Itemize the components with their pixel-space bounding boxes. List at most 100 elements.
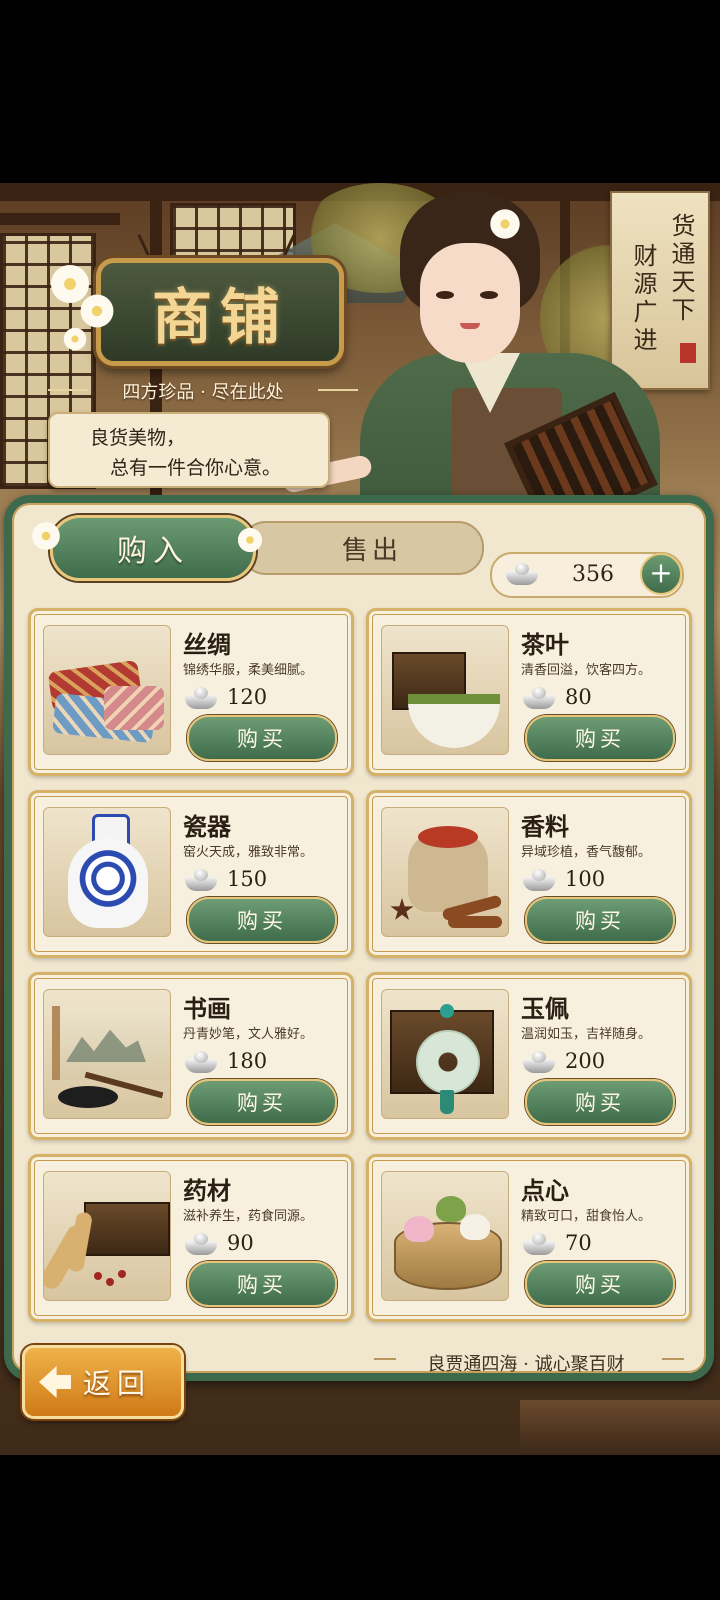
item-price: 200 [565, 1049, 606, 1073]
painting-image [43, 989, 171, 1119]
add-currency-button[interactable]: + [640, 553, 682, 595]
goji-berry [94, 1272, 102, 1280]
buy-button[interactable]: 购买 [525, 1261, 675, 1307]
buy-button-label: 购买 [575, 1273, 625, 1297]
tea-bowl [408, 694, 500, 748]
goji-berry [118, 1270, 126, 1278]
hair-flower [488, 207, 522, 241]
shop-item-card: 茶叶 清香回溢，饮客四方。 80 购买 [366, 608, 692, 776]
back-button-label: 返回 [83, 1367, 152, 1400]
shopkeeper-eye [480, 291, 498, 299]
item-price: 120 [227, 685, 268, 709]
silk-bolt [104, 686, 164, 730]
shopkeeper-eye [436, 291, 454, 299]
item-name: 茶叶 [521, 630, 569, 659]
item-description: 滋补养生，药食同源。 [183, 1209, 314, 1224]
buy-button-label: 购买 [575, 909, 625, 933]
buy-button-label: 购买 [575, 727, 625, 751]
item-name: 点心 [521, 1176, 569, 1205]
shop-item-card: 药材 滋补养生，药食同源。 90 购买 [28, 1154, 354, 1322]
buy-button[interactable]: 购买 [187, 1079, 337, 1125]
buy-button[interactable]: 购买 [525, 897, 675, 943]
white-bun [460, 1214, 490, 1240]
herb-box [84, 1202, 170, 1256]
vase-body [68, 838, 148, 928]
shopkeeper-face [420, 243, 520, 363]
jade-image [381, 989, 509, 1119]
banner-text: 财源广进 [629, 243, 657, 355]
buy-button[interactable]: 购买 [525, 715, 675, 761]
silver-ingot-icon [523, 1233, 555, 1255]
item-price: 150 [227, 867, 268, 891]
item-name: 香料 [521, 812, 569, 841]
buy-button-label: 购买 [237, 1091, 287, 1115]
tab-flower-ornament [236, 526, 264, 554]
shop-item-card: 香料 异域珍植，香气馥郁。 100 购买 [366, 790, 692, 958]
buy-button-label: 购买 [237, 1273, 287, 1297]
wooden-table [520, 1400, 720, 1455]
shop-subtitle: 四方珍品 · 尽在此处 [48, 378, 358, 404]
hanging-banner: 货通天下 财源广进 [610, 191, 710, 390]
tab-buy[interactable]: 购入 [50, 515, 256, 581]
cinnamon-stick [448, 916, 502, 928]
silver-ingot-icon [523, 1051, 555, 1073]
item-description: 温润如玉，吉祥随身。 [521, 1027, 652, 1042]
jade-pendant [416, 1030, 480, 1094]
item-name: 瓷器 [183, 812, 231, 841]
buy-button[interactable]: 购买 [187, 1261, 337, 1307]
silver-ingot-icon [185, 687, 217, 709]
branch-ornament [662, 1358, 684, 1374]
item-description: 窑火天成，雅致非常。 [183, 845, 314, 860]
item-description: 异域珍植，香气馥郁。 [521, 845, 652, 860]
item-name: 玉佩 [521, 994, 569, 1023]
tab-sell-label: 售出 [341, 535, 402, 566]
silver-ingot-icon [185, 1051, 217, 1073]
back-button[interactable]: 返回 [22, 1345, 184, 1419]
buy-button[interactable]: 购买 [525, 1079, 675, 1125]
shop-title: 商铺 [152, 282, 288, 353]
shop-item-card: 丝绸 锦绣华服，柔美细腻。 120 购买 [28, 608, 354, 776]
item-description: 精致可口，甜食怡人。 [521, 1209, 652, 1224]
plum-blossom [62, 326, 88, 352]
shop-item-card: 点心 精致可口，甜食怡人。 70 购买 [366, 1154, 692, 1322]
buy-button[interactable]: 购买 [187, 715, 337, 761]
shop-item-card: 玉佩 温润如玉，吉祥随身。 200 购买 [366, 972, 692, 1140]
pastry-image [381, 1171, 509, 1301]
shop-motto: 良贾通四海 · 诚心聚百财 [427, 1354, 625, 1375]
chili-pile [418, 826, 478, 848]
item-name: 药材 [183, 1176, 231, 1205]
porcelain-image [43, 807, 171, 937]
roof-beam [0, 213, 120, 225]
item-price: 80 [565, 685, 592, 709]
silver-amount: 356 [572, 562, 614, 587]
goji-berry [106, 1278, 114, 1286]
medicine-image [43, 1171, 171, 1301]
item-description: 丹青妙笔，文人雅好。 [183, 1027, 314, 1042]
plum-blossom [78, 292, 116, 330]
pink-bun [404, 1216, 434, 1242]
green-bun [436, 1196, 466, 1222]
arrow-left-icon [39, 1366, 71, 1398]
shopkeeper-mouth [460, 323, 480, 329]
tab-sell[interactable]: 售出 [240, 521, 484, 575]
jade-bead [440, 1004, 454, 1018]
shop-item-card: 瓷器 窑火天成，雅致非常。 150 购买 [28, 790, 354, 958]
silver-ingot-icon [185, 1233, 217, 1255]
speech-line: 总有一件合你心意。 [110, 457, 282, 479]
item-price: 100 [565, 867, 606, 891]
silver-ingot-icon [185, 869, 217, 891]
buy-button[interactable]: 购买 [187, 897, 337, 943]
item-price: 180 [227, 1049, 268, 1073]
tab-flower-ornament [30, 520, 62, 552]
silver-ingot-icon [506, 563, 538, 585]
inkstone [58, 1086, 118, 1108]
tea-image [381, 625, 509, 755]
item-description: 清香回溢，饮客四方。 [521, 663, 652, 678]
jade-tassel [440, 1090, 454, 1114]
buy-button-label: 购买 [237, 909, 287, 933]
seal-stamp [680, 343, 696, 363]
shopkeeper-speech-bubble: 良货美物， 总有一件合你心意。 [48, 412, 330, 488]
item-description: 锦绣华服，柔美细腻。 [183, 663, 314, 678]
silk-image [43, 625, 171, 755]
item-price: 70 [565, 1231, 592, 1255]
